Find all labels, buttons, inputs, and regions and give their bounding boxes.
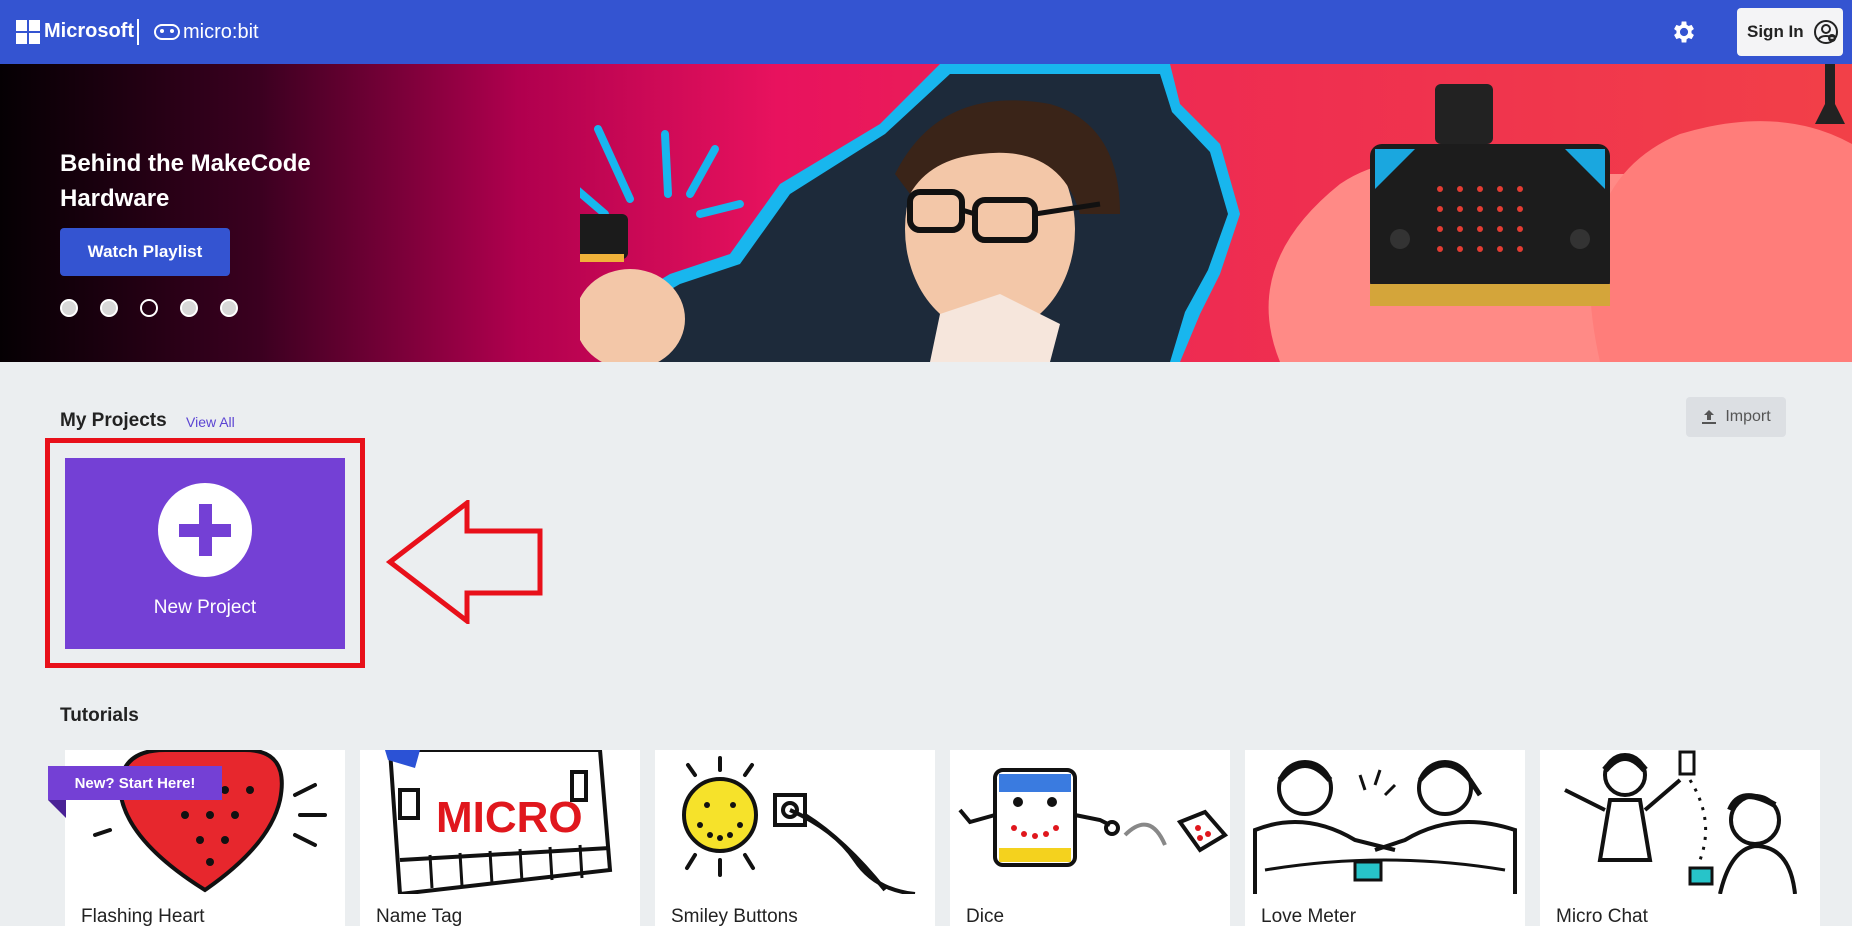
carousel-dots [60, 299, 238, 317]
carousel-dot-active[interactable] [140, 299, 158, 317]
carousel-dot[interactable] [180, 299, 198, 317]
top-bar: Microsoft micro:bit Sign In [0, 0, 1852, 64]
tutorial-card-smiley-buttons[interactable]: Smiley Buttons [655, 750, 935, 926]
new-project-card[interactable]: New Project [65, 458, 345, 649]
name-tag-image: MICRO [385, 750, 613, 894]
sign-in-label: Sign In [1747, 22, 1804, 41]
microsoft-logo-icon[interactable] [16, 20, 40, 44]
microbit-brand-text: micro:bit [183, 20, 259, 43]
tutorial-label: Micro Chat [1556, 906, 1648, 926]
micro-chat-image [1564, 750, 1797, 894]
tutorial-card-love-meter[interactable]: Love Meter [1245, 750, 1525, 926]
carousel-dot[interactable] [60, 299, 78, 317]
tutorial-card-micro-chat[interactable]: Micro Chat [1540, 750, 1820, 926]
hero-video-thumbnail[interactable] [580, 64, 1852, 362]
new-project-label: New Project [153, 597, 257, 618]
dice-image [958, 768, 1229, 867]
tutorial-label: Love Meter [1261, 906, 1357, 926]
tutorial-label: Dice [966, 906, 1005, 926]
upload-icon [1702, 410, 1717, 424]
brand-divider [137, 19, 139, 45]
hero-title: Behind the MakeCode Hardware [60, 150, 311, 212]
user-circle-icon [1813, 20, 1838, 44]
gear-icon[interactable] [1670, 18, 1698, 46]
microsoft-brand-text[interactable]: Microsoft [44, 20, 134, 43]
tutorial-card-name-tag[interactable]: MICRO Name Tag [360, 750, 640, 926]
import-label: Import [1725, 408, 1771, 425]
badge-fold [48, 800, 66, 818]
tutorial-label: Name Tag [376, 906, 463, 926]
tutorial-cards: Flashing Heart MICRO Name Tag Smiley But… [65, 750, 1820, 926]
hero-carousel[interactable]: Behind the MakeCode Hardware Watch Playl… [0, 64, 1852, 362]
watch-playlist-button[interactable]: Watch Playlist [60, 228, 230, 276]
carousel-dot[interactable] [100, 299, 118, 317]
new-start-here-badge: New? Start Here! [48, 766, 222, 800]
microbit-logo[interactable]: micro:bit [154, 20, 259, 44]
tutorial-label: Flashing Heart [81, 906, 205, 926]
my-projects-heading: My Projects [60, 410, 167, 431]
import-button[interactable]: Import [1686, 397, 1786, 437]
smiley-buttons-image [682, 756, 916, 894]
name-tag-art-text: MICRO [436, 793, 583, 842]
microbit-icon [154, 24, 180, 40]
annotation-arrow-icon [385, 500, 543, 624]
tutorial-label: Smiley Buttons [671, 906, 798, 926]
carousel-dot[interactable] [220, 299, 238, 317]
plus-icon [158, 483, 252, 577]
view-all-link[interactable]: View All [186, 414, 235, 430]
tutorial-card-dice[interactable]: Dice [950, 750, 1230, 926]
tutorials-heading: Tutorials [60, 705, 139, 726]
sign-in-button[interactable]: Sign In [1737, 8, 1843, 56]
love-meter-image [1253, 760, 1517, 894]
